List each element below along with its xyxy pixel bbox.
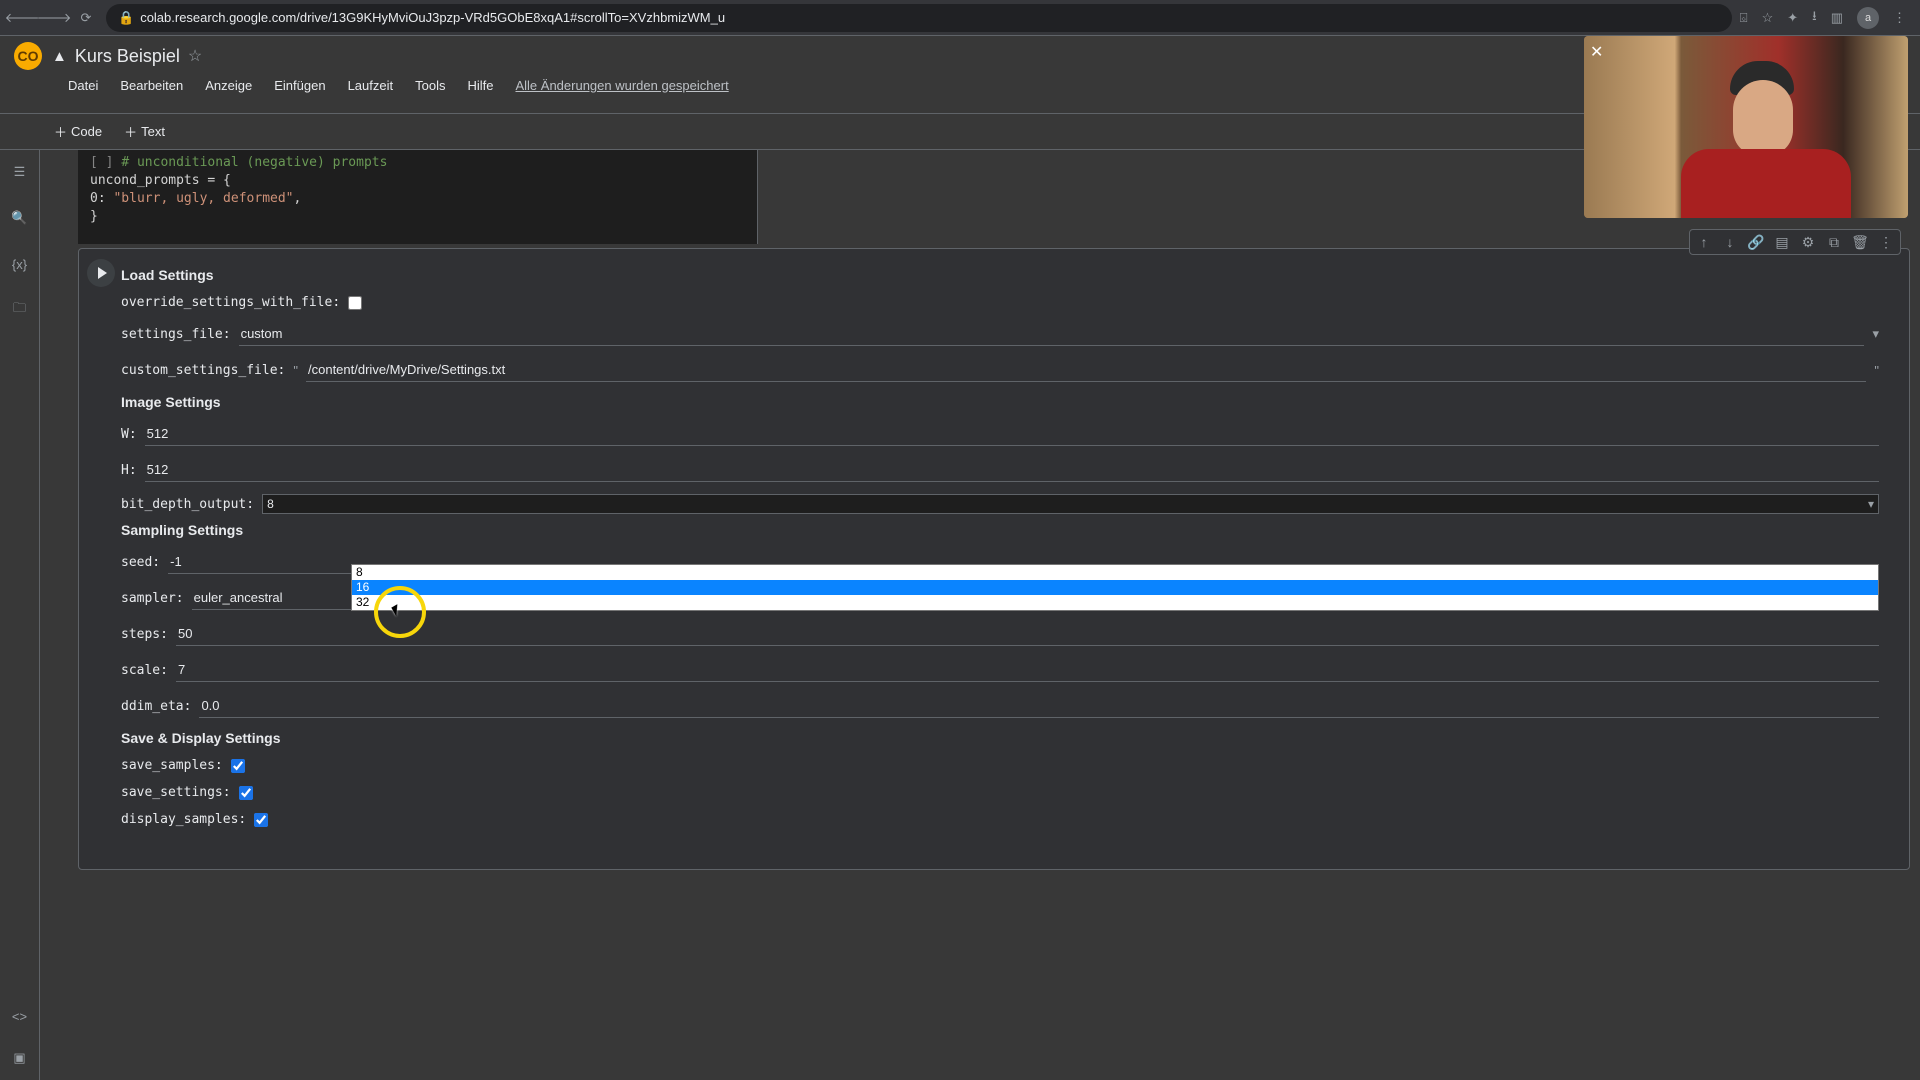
settings-file-label: settings_file: <box>121 327 231 342</box>
bit-depth-label: bit_depth_output: <box>121 497 254 512</box>
menu-hilfe[interactable]: Hilfe <box>459 74 501 97</box>
ddim-label: ddim_eta: <box>121 699 191 714</box>
mirror-icon[interactable]: ⧉ <box>1824 232 1844 252</box>
code-line-1: uncond_prompts = { <box>90 173 231 188</box>
menu-bearbeiten[interactable]: Bearbeiten <box>112 74 191 97</box>
menu-datei[interactable]: Datei <box>60 74 106 97</box>
bit-depth-option-16[interactable]: 16 <box>352 580 1878 595</box>
back-icon[interactable]: 🡐 <box>10 6 34 30</box>
load-settings-title: Load Settings <box>121 267 1879 283</box>
override-checkbox[interactable] <box>348 296 362 310</box>
save-samples-label: save_samples: <box>121 758 223 773</box>
code-line-3: } <box>90 209 98 224</box>
bit-depth-dropdown-open: 8 16 32 <box>351 564 1879 611</box>
colab-logo[interactable]: CO <box>14 42 42 70</box>
custom-settings-file-label: custom_settings_file: <box>121 363 285 378</box>
code-cell[interactable]: [ ] # unconditional (negative) prompts u… <box>78 150 758 244</box>
move-up-icon[interactable]: ↑ <box>1694 232 1714 252</box>
webcam-face <box>1733 80 1793 156</box>
search-icon[interactable]: 🔍 <box>8 206 32 230</box>
install-icon[interactable]: ⭳ <box>1812 7 1817 29</box>
sampling-title: Sampling Settings <box>121 522 1879 538</box>
drive-icon: ▲ <box>52 48 67 65</box>
webcam-shirt <box>1681 149 1851 218</box>
variables-icon[interactable]: {x} <box>8 252 32 276</box>
comment-icon[interactable]: ▤ <box>1772 232 1792 252</box>
browser-chrome: 🡐 🡒 ⟳ 🔒 colab.research.google.com/drive/… <box>0 0 1920 36</box>
steps-input[interactable] <box>176 622 1879 646</box>
menu-tools[interactable]: Tools <box>407 74 453 97</box>
toc-icon[interactable]: ☰ <box>8 160 32 184</box>
settings-file-select[interactable] <box>239 322 1865 346</box>
lock-icon: 🔒 <box>118 10 134 26</box>
files-icon[interactable]: 🗀 <box>8 298 32 322</box>
forward-icon[interactable]: 🡒 <box>42 6 66 30</box>
panels-icon[interactable]: ▥ <box>1831 10 1843 26</box>
form-cell: ↑ ↓ 🔗 ▤ ⚙ ⧉ 🗑 ⋮ Load Settings override_s… <box>78 248 1910 870</box>
add-code-button[interactable]: ＋Code <box>44 118 112 145</box>
cell-actions: ↑ ↓ 🔗 ▤ ⚙ ⧉ 🗑 ⋮ <box>1689 229 1901 255</box>
display-samples-checkbox[interactable] <box>254 813 268 827</box>
h-label: H: <box>121 463 137 478</box>
save-samples-checkbox[interactable] <box>231 759 245 773</box>
address-bar[interactable]: 🔒 colab.research.google.com/drive/13G9KH… <box>106 4 1732 32</box>
webcam-close-icon[interactable]: ✕ <box>1590 42 1610 62</box>
star-icon[interactable]: ☆ <box>188 46 202 66</box>
custom-settings-file-input[interactable] <box>306 358 1866 382</box>
steps-label: steps: <box>121 627 168 642</box>
seed-label: seed: <box>121 555 160 570</box>
link-icon[interactable]: 🔗 <box>1746 232 1766 252</box>
add-text-button[interactable]: ＋Text <box>114 118 175 145</box>
scale-input[interactable] <box>176 658 1879 682</box>
profile-avatar[interactable]: a <box>1857 7 1879 29</box>
menu-laufzeit[interactable]: Laufzeit <box>340 74 402 97</box>
gear-icon[interactable]: ⚙ <box>1798 232 1818 252</box>
menu-anzeige[interactable]: Anzeige <box>197 74 260 97</box>
save-settings-label: save_settings: <box>121 785 231 800</box>
url-text: colab.research.google.com/drive/13G9KHyM… <box>140 10 725 25</box>
menu-einfuegen[interactable]: Einfügen <box>266 74 333 97</box>
save-display-title: Save & Display Settings <box>121 730 1879 746</box>
w-input[interactable] <box>145 422 1879 446</box>
content-area: [ ] # unconditional (negative) prompts u… <box>40 150 1920 1080</box>
translate-icon[interactable]: ⌺ <box>1740 10 1748 26</box>
more-icon[interactable]: ⋮ <box>1876 232 1896 252</box>
document-title[interactable]: Kurs Beispiel <box>75 46 180 67</box>
ddim-input[interactable] <box>199 694 1879 718</box>
bit-depth-option-32[interactable]: 32 <box>352 595 1878 610</box>
scale-label: scale: <box>121 663 168 678</box>
h-input[interactable] <box>145 458 1879 482</box>
run-button[interactable] <box>87 259 115 287</box>
chevron-down-icon[interactable]: ▾ <box>1872 326 1879 342</box>
move-down-icon[interactable]: ↓ <box>1720 232 1740 252</box>
display-samples-label: display_samples: <box>121 812 246 827</box>
save-settings-checkbox[interactable] <box>239 786 253 800</box>
bookmark-icon[interactable]: ☆ <box>1762 10 1774 26</box>
webcam-overlay: ✕ <box>1584 36 1908 218</box>
code-comment: # unconditional (negative) prompts <box>121 155 387 170</box>
bit-depth-select[interactable]: 8 ▾ <box>262 494 1879 514</box>
left-rail: ☰ 🔍 {x} 🗀 <> ▣ <box>0 150 40 1080</box>
terminal-icon[interactable]: ▣ <box>8 1046 32 1070</box>
menu-icon[interactable]: ⋮ <box>1893 10 1906 26</box>
image-settings-title: Image Settings <box>121 394 1879 410</box>
override-label: override_settings_with_file: <box>121 295 340 310</box>
extensions-icon[interactable]: ✦ <box>1787 10 1798 26</box>
sampler-label: sampler: <box>121 591 184 606</box>
bit-depth-option-8[interactable]: 8 <box>352 565 1878 580</box>
code-snippets-icon[interactable]: <> <box>8 1004 32 1028</box>
chevron-down-icon: ▾ <box>1868 497 1874 511</box>
save-status[interactable]: Alle Änderungen wurden gespeichert <box>507 74 736 97</box>
delete-icon[interactable]: 🗑 <box>1850 232 1870 252</box>
reload-icon[interactable]: ⟳ <box>74 6 98 30</box>
w-label: W: <box>121 427 137 442</box>
colab-body: ☰ 🔍 {x} 🗀 <> ▣ [ ] # unconditional (nega… <box>0 150 1920 1080</box>
